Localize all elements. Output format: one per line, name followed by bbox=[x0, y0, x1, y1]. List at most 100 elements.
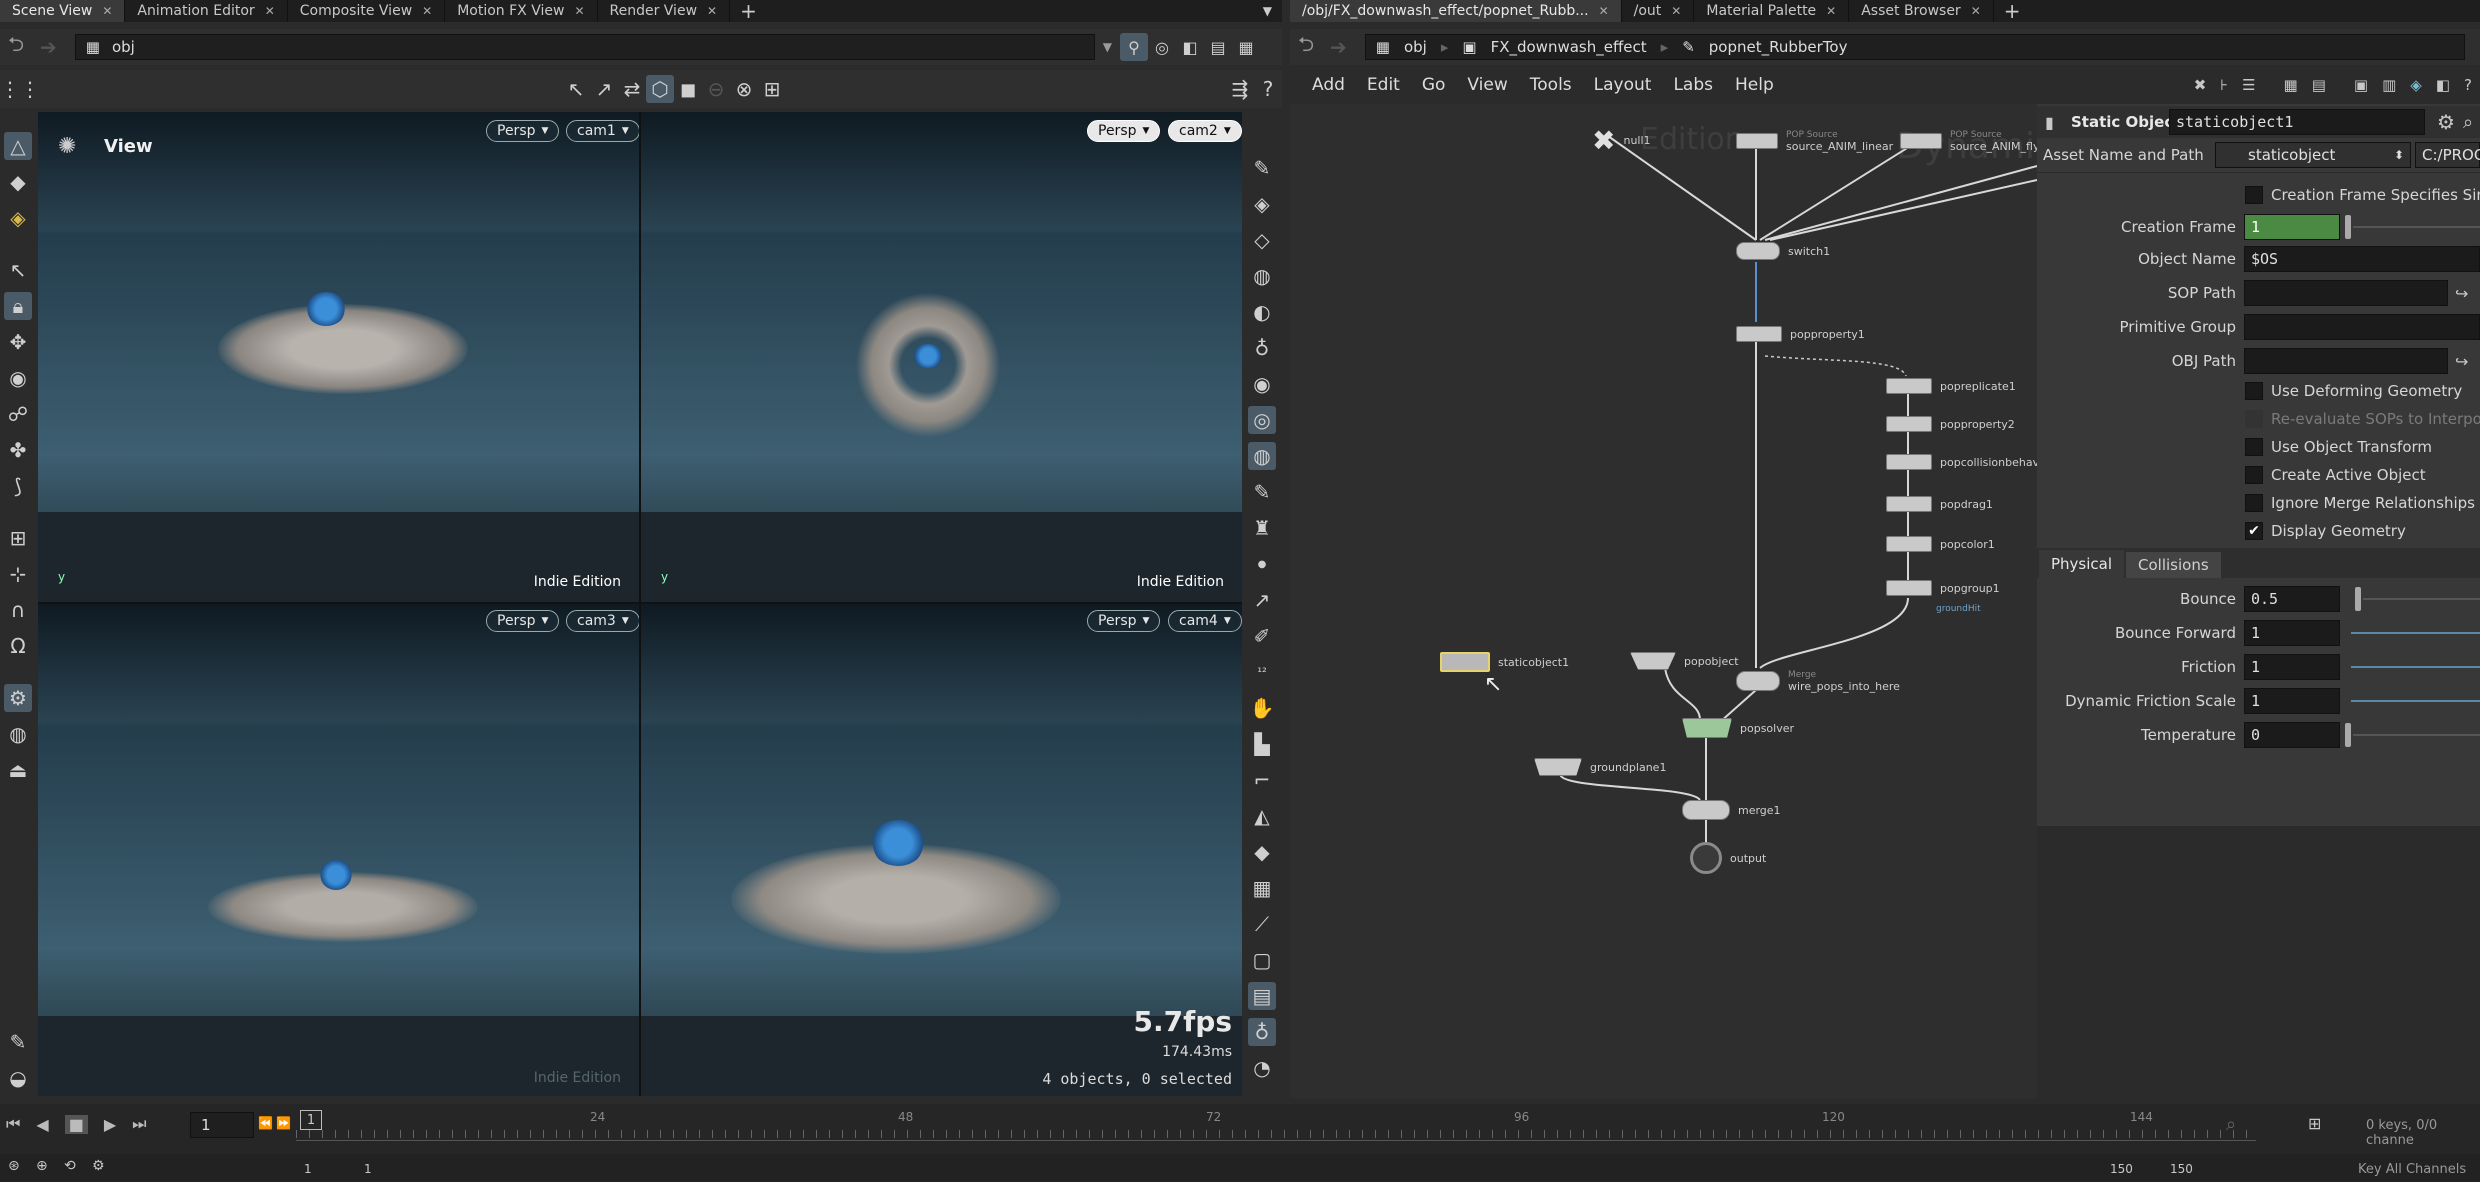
display-options-icon[interactable]: ⇶ bbox=[1226, 75, 1254, 103]
play-icon[interactable]: ▶ bbox=[104, 1115, 116, 1134]
tab-animation-editor[interactable]: Animation Editor ✕ bbox=[125, 0, 288, 22]
camera-menu[interactable]: cam4 ▼ bbox=[1168, 610, 1242, 632]
paint-tool-icon[interactable]: ◈ bbox=[4, 204, 32, 232]
temperature-field[interactable]: 0 bbox=[2244, 722, 2340, 748]
key-icon[interactable]: ⌕ bbox=[2226, 1114, 2236, 1135]
node-popreplicate1[interactable]: popreplicate1 bbox=[1886, 378, 2016, 394]
slider-handle[interactable] bbox=[2345, 723, 2351, 747]
panel-grid-icon[interactable]: ▤ bbox=[2312, 76, 2326, 94]
path-segment-net[interactable]: popnet_RubberToy bbox=[1709, 38, 1848, 56]
end-frame-2[interactable]: 150 bbox=[2170, 1162, 2193, 1176]
wireframe-icon[interactable]: ◇ bbox=[1248, 226, 1276, 254]
node-merge1[interactable]: merge1 bbox=[1682, 800, 1781, 820]
vertex-icon[interactable]: ⊗ bbox=[730, 75, 758, 103]
node-staticobject1[interactable]: staticobject1 bbox=[1440, 652, 1569, 672]
slider-handle[interactable] bbox=[2355, 587, 2361, 611]
stamp-icon[interactable]: ▙ bbox=[1248, 730, 1276, 758]
pointer-tool-icon[interactable]: ↖ bbox=[4, 256, 32, 284]
dynamic-friction-field[interactable]: 1 bbox=[2244, 688, 2340, 714]
asset-path-field[interactable]: C:/PROGRA~ bbox=[2415, 142, 2480, 168]
snap-grid-icon[interactable]: ⋮⋮ bbox=[0, 75, 40, 103]
close-icon[interactable]: ✕ bbox=[1599, 4, 1609, 18]
hand-icon[interactable]: ✋ bbox=[1248, 694, 1276, 722]
tab-composite-view[interactable]: Composite View ✕ bbox=[288, 0, 446, 22]
menu-add[interactable]: Add bbox=[1312, 75, 1345, 95]
tab-scene-view[interactable]: Scene View ✕ bbox=[0, 0, 126, 22]
tab-motion-fx-view[interactable]: Motion FX View ✕ bbox=[445, 0, 598, 22]
close-icon[interactable]: ✕ bbox=[1671, 4, 1681, 18]
node-popcolor1[interactable]: popcolor1 bbox=[1886, 536, 1995, 552]
menu-view[interactable]: View bbox=[1467, 75, 1507, 95]
key-all-channels-button[interactable]: Key All Channels bbox=[2358, 1162, 2466, 1177]
eraser-icon[interactable]: ◒ bbox=[4, 1064, 32, 1092]
select-icon[interactable]: ↖ bbox=[562, 75, 590, 103]
diamond-icon[interactable]: ◆ bbox=[1248, 838, 1276, 866]
jump-end-icon[interactable]: ⏭ bbox=[132, 1114, 146, 1134]
list-icon[interactable]: ☰ bbox=[2242, 76, 2255, 94]
menu-go[interactable]: Go bbox=[1422, 75, 1446, 95]
camera-settings-icon[interactable]: ⊞ bbox=[758, 75, 786, 103]
settings-icon[interactable]: ⚙ bbox=[92, 1158, 105, 1174]
rotate-tool-icon[interactable]: ◉ bbox=[4, 364, 32, 392]
tab-menu-arrow-icon[interactable]: ▼ bbox=[1253, 0, 1282, 22]
realtime-icon[interactable]: ⊕ bbox=[36, 1158, 48, 1174]
number-icon[interactable]: ¹² bbox=[1248, 658, 1276, 686]
panel-icon[interactable]: ▤ bbox=[1248, 982, 1276, 1010]
path-dropdown-icon[interactable]: ▼ bbox=[1095, 40, 1120, 54]
menu-edit[interactable]: Edit bbox=[1367, 75, 1400, 95]
corner-icon[interactable]: ⌐ bbox=[1248, 766, 1276, 794]
close-icon[interactable]: ✕ bbox=[574, 4, 584, 18]
tab-physical[interactable]: Physical bbox=[2039, 550, 2125, 578]
add-tab-icon[interactable]: + bbox=[730, 0, 767, 23]
viewport-pane-cam3[interactable]: Persp ▼ cam3 ▼ Indie Edition bbox=[38, 604, 639, 1096]
node-output[interactable]: output bbox=[1690, 842, 1766, 874]
step-back-icon[interactable]: ⏪ bbox=[258, 1116, 273, 1130]
network-editor[interactable] bbox=[1290, 104, 2037, 1098]
context-path-field[interactable]: ▦ obj bbox=[74, 34, 1095, 60]
slider-track[interactable] bbox=[2351, 700, 2480, 702]
light-icon[interactable]: ✎ bbox=[1248, 154, 1276, 182]
guide-icon[interactable]: ✎ bbox=[1248, 478, 1276, 506]
select-disabled-icon[interactable]: ⊖ bbox=[702, 75, 730, 103]
projection-menu[interactable]: Persp ▼ bbox=[486, 120, 560, 142]
film-icon[interactable]: ▦ bbox=[1248, 874, 1276, 902]
ignore-merge-checkbox[interactable] bbox=[2245, 494, 2263, 512]
camera-menu[interactable]: cam2 ▼ bbox=[1168, 120, 1242, 142]
background-icon[interactable]: ◐ bbox=[1248, 298, 1276, 326]
range-icon[interactable]: ⊞ bbox=[2308, 1114, 2321, 1133]
curve-snap-icon[interactable]: ⊹ bbox=[4, 560, 32, 588]
forward-arrow-icon[interactable]: ➔ bbox=[1322, 35, 1355, 59]
node-popdrag1[interactable]: popdrag1 bbox=[1886, 496, 1993, 512]
scale-tool-icon[interactable]: ☍ bbox=[4, 400, 32, 428]
close-icon[interactable]: ✕ bbox=[422, 4, 432, 18]
step-forward-icon[interactable]: ⏩ bbox=[276, 1116, 291, 1130]
handle-tool-icon[interactable]: ✤ bbox=[4, 436, 32, 464]
slider-track[interactable] bbox=[2363, 598, 2480, 600]
headphone-icon[interactable]: Ω bbox=[4, 632, 32, 660]
lightbulb-icon[interactable]: ♁ bbox=[1248, 334, 1276, 362]
current-frame-field[interactable]: 1 bbox=[190, 1112, 254, 1138]
menu-tools[interactable]: Tools bbox=[1530, 75, 1572, 95]
projection-menu[interactable]: Persp ▼ bbox=[1087, 120, 1161, 142]
node-switch1[interactable]: switch1 bbox=[1736, 242, 1830, 260]
node-chooser-icon[interactable]: ↪ bbox=[2455, 284, 2468, 303]
close-icon[interactable]: ✕ bbox=[1826, 4, 1836, 18]
transform-tool-icon[interactable]: ✥ bbox=[4, 328, 32, 356]
close-icon[interactable]: ✕ bbox=[102, 4, 112, 18]
node-source-anim-fly[interactable]: POP Source source_ANIM_fly_t bbox=[1900, 130, 2049, 152]
cube-icon[interactable]: ◧ bbox=[1176, 33, 1204, 61]
node-popproperty1[interactable]: popproperty1 bbox=[1736, 326, 1865, 342]
viewport-pane-cam2[interactable]: Persp ▼ cam2 ▼ Indie Edition y bbox=[641, 112, 1242, 602]
close-icon[interactable]: ✕ bbox=[1971, 4, 1981, 18]
tab-asset-browser[interactable]: Asset Browser ✕ bbox=[1849, 0, 1994, 22]
reevaluate-checkbox[interactable] bbox=[2245, 410, 2263, 428]
link-icon[interactable]: ◎ bbox=[1148, 33, 1176, 61]
forward-arrow-icon[interactable]: ➔ bbox=[32, 35, 65, 59]
menu-labs[interactable]: Labs bbox=[1673, 75, 1713, 95]
use-deforming-checkbox[interactable] bbox=[2245, 382, 2263, 400]
path-segment-parent[interactable]: FX_downwash_effect bbox=[1491, 38, 1647, 56]
measure-icon[interactable]: ↗ bbox=[1248, 586, 1276, 614]
select-objects-icon[interactable]: ⬡ bbox=[646, 75, 674, 103]
projection-menu[interactable]: Persp ▼ bbox=[486, 610, 560, 632]
geometry-icon[interactable]: ◉ bbox=[1248, 370, 1276, 398]
